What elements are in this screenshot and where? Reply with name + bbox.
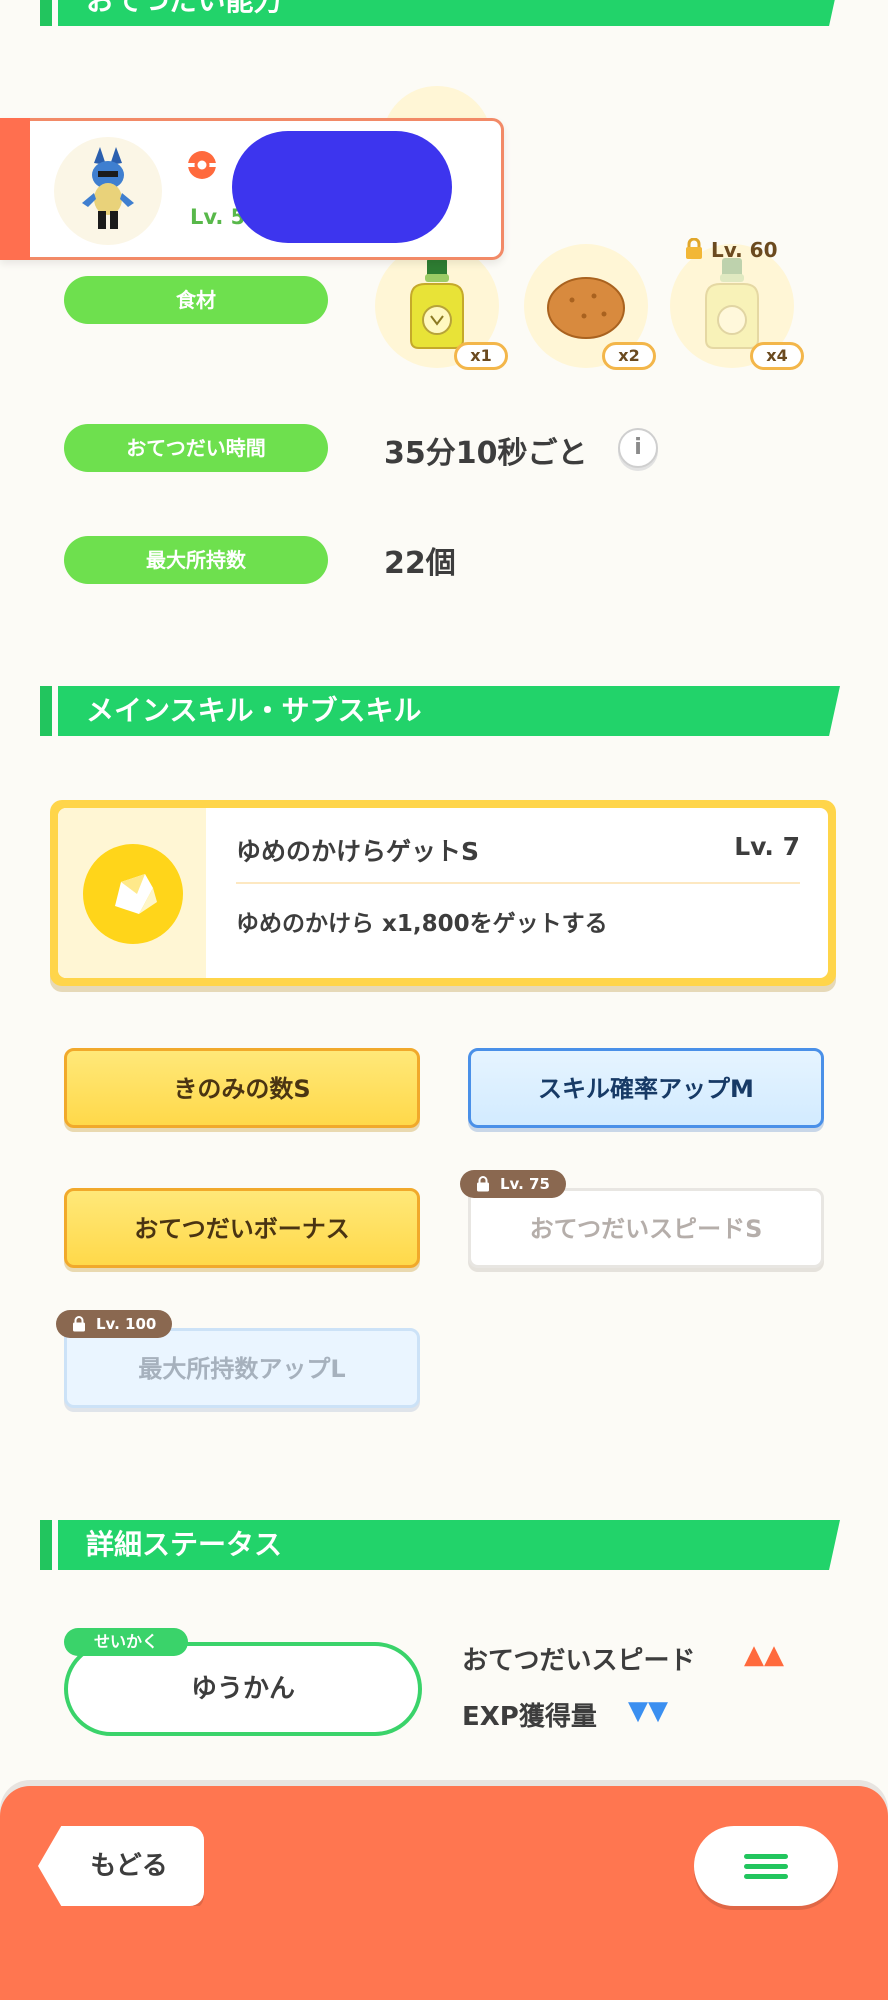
nature-tag: せいかく — [64, 1628, 188, 1656]
sub-skill-5-locked[interactable]: 最大所持数アップL — [64, 1328, 420, 1408]
nature-effect-up-arrows: ▲▲ — [744, 1640, 784, 1670]
main-skill-card[interactable]: ゆめのかけらゲットS Lv. 7 ゆめのかけら x1,800をゲットする — [50, 800, 836, 986]
max-carry-label: 最大所持数 — [64, 536, 328, 584]
menu-icon-line — [744, 1864, 788, 1869]
ingredients-label: 食材 — [64, 276, 328, 324]
nature-effect-down-label: EXP獲得量 — [462, 1702, 597, 1732]
lock-icon — [686, 237, 702, 259]
nature-value[interactable]: ゆうかん — [64, 1642, 422, 1736]
skill-divider — [236, 882, 800, 884]
sub-skill-4-locked[interactable]: おてつだいスピードS — [468, 1188, 824, 1268]
dream-shard-icon — [83, 844, 183, 944]
main-skill-name: ゆめのかけらゲットS — [236, 837, 480, 866]
ingredient-count-1: x1 — [454, 342, 508, 370]
sub-skill-4-lock-badge: Lv. 75 — [460, 1170, 566, 1198]
pokemon-icon — [82, 147, 134, 229]
help-time-label: おてつだい時間 — [64, 424, 328, 472]
menu-icon-line — [744, 1874, 788, 1879]
max-carry-value: 22個 — [384, 546, 456, 581]
nature-effect-down-arrows: ▼▼ — [628, 1696, 668, 1726]
nature-effect-up-label: おてつだいスピード — [462, 1646, 696, 1676]
pokeball-icon — [188, 151, 216, 179]
section-header-details: 詳細ステータス — [40, 1520, 840, 1570]
section-title-helper: おてつだい能力 — [86, 0, 282, 17]
sub-skill-5-lock-badge: Lv. 100 — [56, 1310, 173, 1338]
section-header-skills: メインスキル・サブスキル — [40, 686, 840, 736]
menu-icon-line — [744, 1854, 788, 1859]
help-time-value: 35分10秒ごと — [384, 436, 588, 471]
menu-button[interactable] — [694, 1826, 838, 1906]
sub-skill-2[interactable]: スキル確率アップM — [468, 1048, 824, 1128]
ingredient-count-2: x2 — [602, 342, 656, 370]
pokemon-avatar — [54, 137, 162, 245]
section-header-helper: おてつだい能力 — [40, 0, 840, 26]
ingredient-count-3: x4 — [750, 342, 804, 370]
back-button[interactable]: もどる — [38, 1826, 204, 1906]
main-skill-description: ゆめのかけら x1,800をゲットする — [236, 911, 608, 937]
section-title-skills: メインスキル・サブスキル — [86, 694, 422, 727]
ingredient-lock-level: Lv. 60 — [684, 237, 778, 262]
info-icon[interactable]: i — [618, 428, 658, 468]
redaction-blob — [232, 131, 452, 243]
sub-skill-1[interactable]: きのみの数S — [64, 1048, 420, 1128]
lock-icon — [477, 1176, 489, 1192]
sub-skill-3[interactable]: おてつだいボーナス — [64, 1188, 420, 1268]
main-skill-level: Lv. 7 — [734, 832, 800, 861]
card-accent — [0, 118, 30, 260]
lock-icon — [73, 1316, 85, 1332]
pokemon-card[interactable]: Lv. 5 — [0, 118, 504, 260]
section-title-details: 詳細ステータス — [86, 1528, 283, 1561]
